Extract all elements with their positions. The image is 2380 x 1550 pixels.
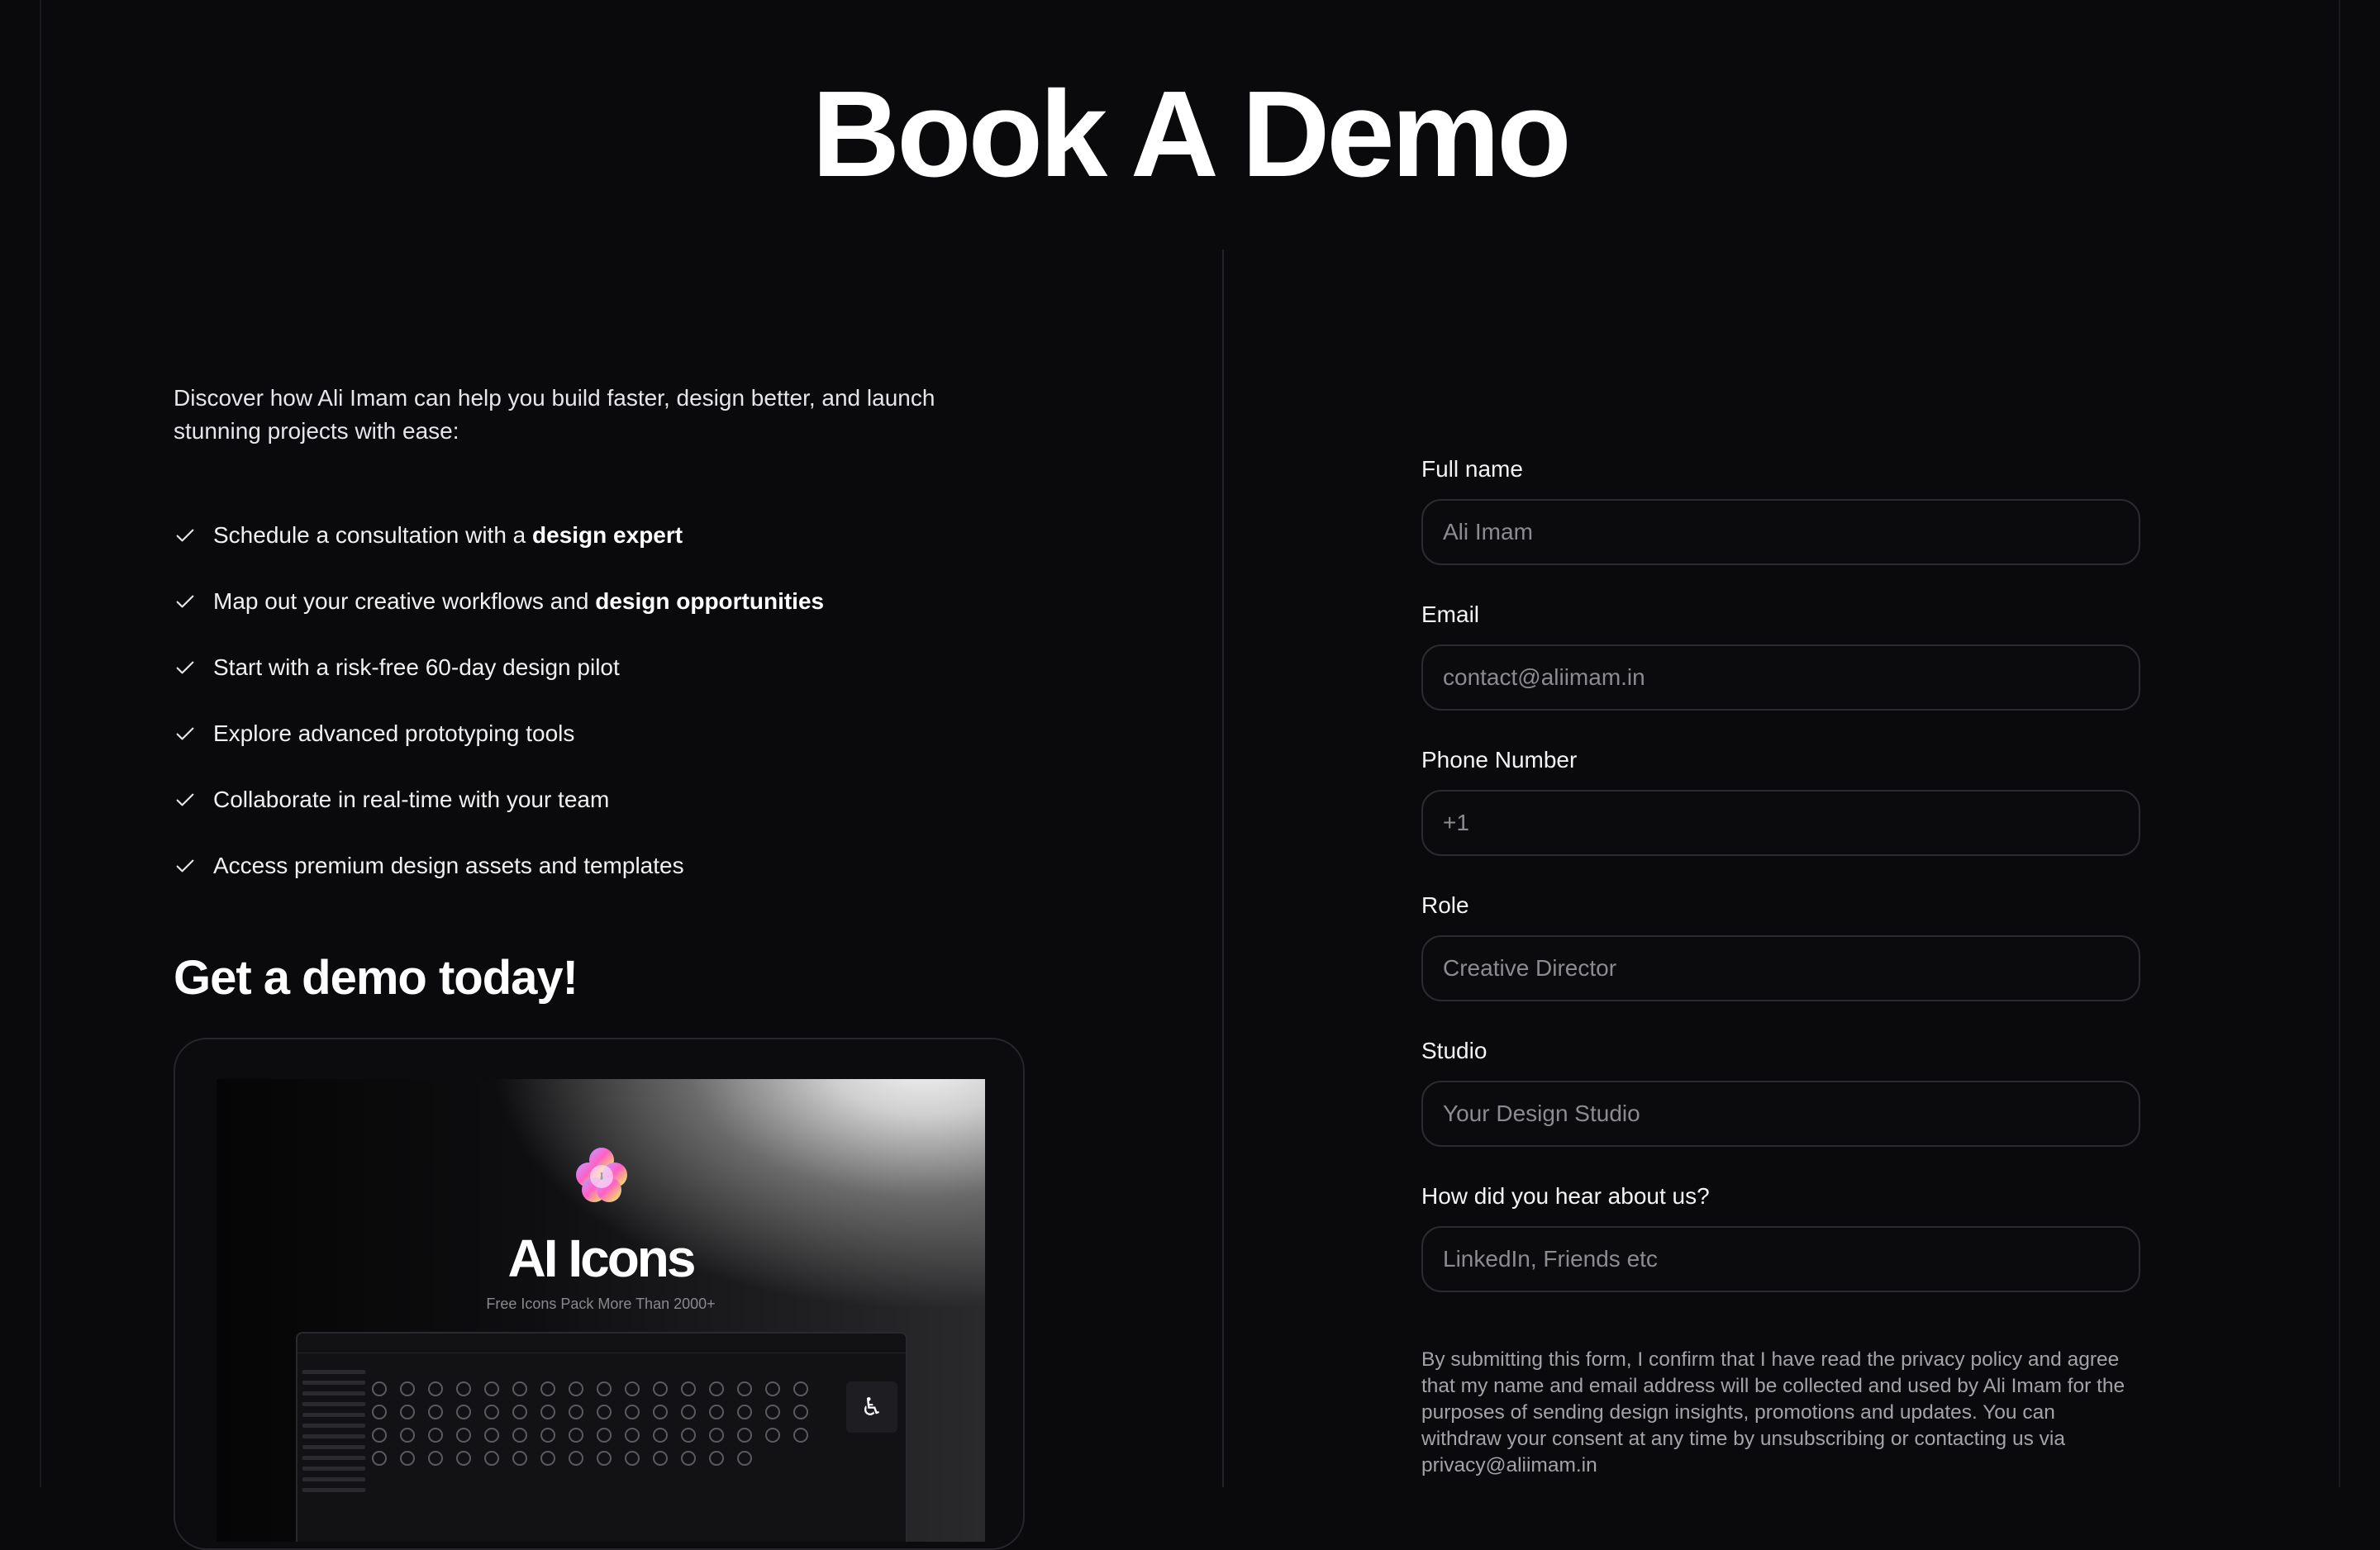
consent-text: By submitting this form, I confirm that … [1421,1348,2125,1476]
referral-input[interactable] [1421,1226,2140,1292]
accessibility-icon: ♿ [846,1381,897,1433]
preview-app-toolbar [298,1334,906,1353]
phone-input[interactable] [1421,790,2140,856]
feature-item: Access premium design assets and templat… [174,848,824,914]
field-email: Email [1421,601,2140,747]
page-title: Book A Demo [812,66,1571,202]
feature-item: Start with a risk-free 60-day design pil… [174,649,824,716]
flower-logo-icon [576,1148,627,1202]
role-label: Role [1421,892,1469,918]
field-role: Role [1421,892,2140,1038]
field-studio: Studio [1421,1038,2140,1183]
referral-label: How did you hear about us? [1421,1183,1710,1209]
full-name-input[interactable] [1421,499,2140,565]
full-name-label: Full name [1421,456,1523,482]
email-label: Email [1421,601,1480,627]
field-phone: Phone Number [1421,747,2140,892]
feature-text: Explore advanced prototyping tools [213,720,575,746]
field-referral: How did you hear about us? [1421,1183,2140,1329]
preview-icon-grid [372,1381,835,1466]
feature-item: Map out your creative workflows and desi… [174,583,824,649]
column-divider [1222,250,1224,1487]
feature-list: Schedule a consultation with a design ex… [174,517,824,914]
feature-text: Access premium design assets and templat… [213,853,684,878]
studio-label: Studio [1421,1038,1488,1063]
email-input[interactable] [1421,644,2140,711]
feature-text: Schedule a consultation with a design ex… [213,522,683,548]
preview-subtitle: Free Icons Pack More Than 2000+ [486,1296,716,1312]
intro-text: Discover how Ali Imam can help you build… [174,385,935,444]
demo-preview-image: AI Icons Free Icons Pack More Than 2000+… [217,1079,985,1542]
check-icon [174,848,198,884]
preview-app-screenshot: ♿ [296,1332,907,1542]
check-icon [174,517,198,554]
check-icon [174,583,198,620]
check-icon [174,782,198,818]
phone-label: Phone Number [1421,747,1578,773]
feature-item: Schedule a consultation with a design ex… [174,517,824,583]
feature-text: Start with a risk-free 60-day design pil… [213,654,620,680]
role-input[interactable] [1421,935,2140,1001]
feature-item: Collaborate in real-time with your team [174,782,824,848]
feature-text: Collaborate in real-time with your team [213,787,610,812]
demo-heading: Get a demo today! [174,951,578,1005]
demo-preview-card: AI Icons Free Icons Pack More Than 2000+… [174,1038,1025,1550]
studio-input[interactable] [1421,1081,2140,1147]
feature-text: Map out your creative workflows and desi… [213,588,825,614]
check-icon [174,716,198,752]
field-full-name: Full name [1421,456,2140,601]
preview-app-sidebar [302,1370,365,1499]
demo-request-form: Full name Email Phone Number Role Studio… [1421,456,2140,1329]
preview-title: AI Icons [507,1229,697,1288]
check-icon [174,649,198,686]
feature-item: Explore advanced prototyping tools [174,716,824,782]
